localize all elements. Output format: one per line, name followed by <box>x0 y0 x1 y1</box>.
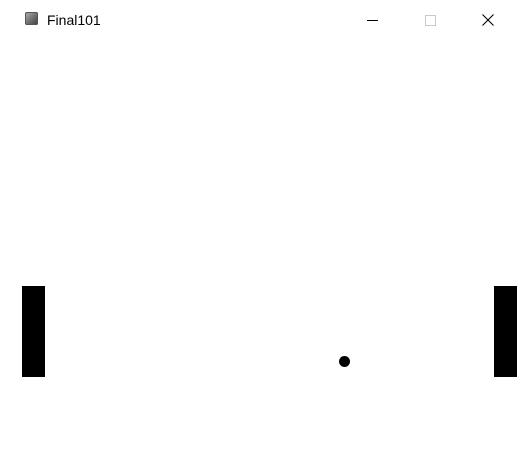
app-window: Final101 <box>0 0 527 449</box>
close-button[interactable] <box>459 0 517 40</box>
ball <box>339 356 350 367</box>
left-paddle <box>22 286 45 377</box>
maximize-button[interactable] <box>401 0 459 40</box>
window-title: Final101 <box>47 12 101 28</box>
close-icon <box>482 14 494 26</box>
minimize-button[interactable] <box>343 0 401 40</box>
minimize-icon <box>366 19 378 21</box>
game-canvas[interactable] <box>0 40 527 449</box>
app-icon <box>25 12 38 25</box>
title-bar[interactable]: Final101 <box>0 0 527 40</box>
right-paddle <box>494 286 517 377</box>
maximize-icon <box>424 14 436 26</box>
